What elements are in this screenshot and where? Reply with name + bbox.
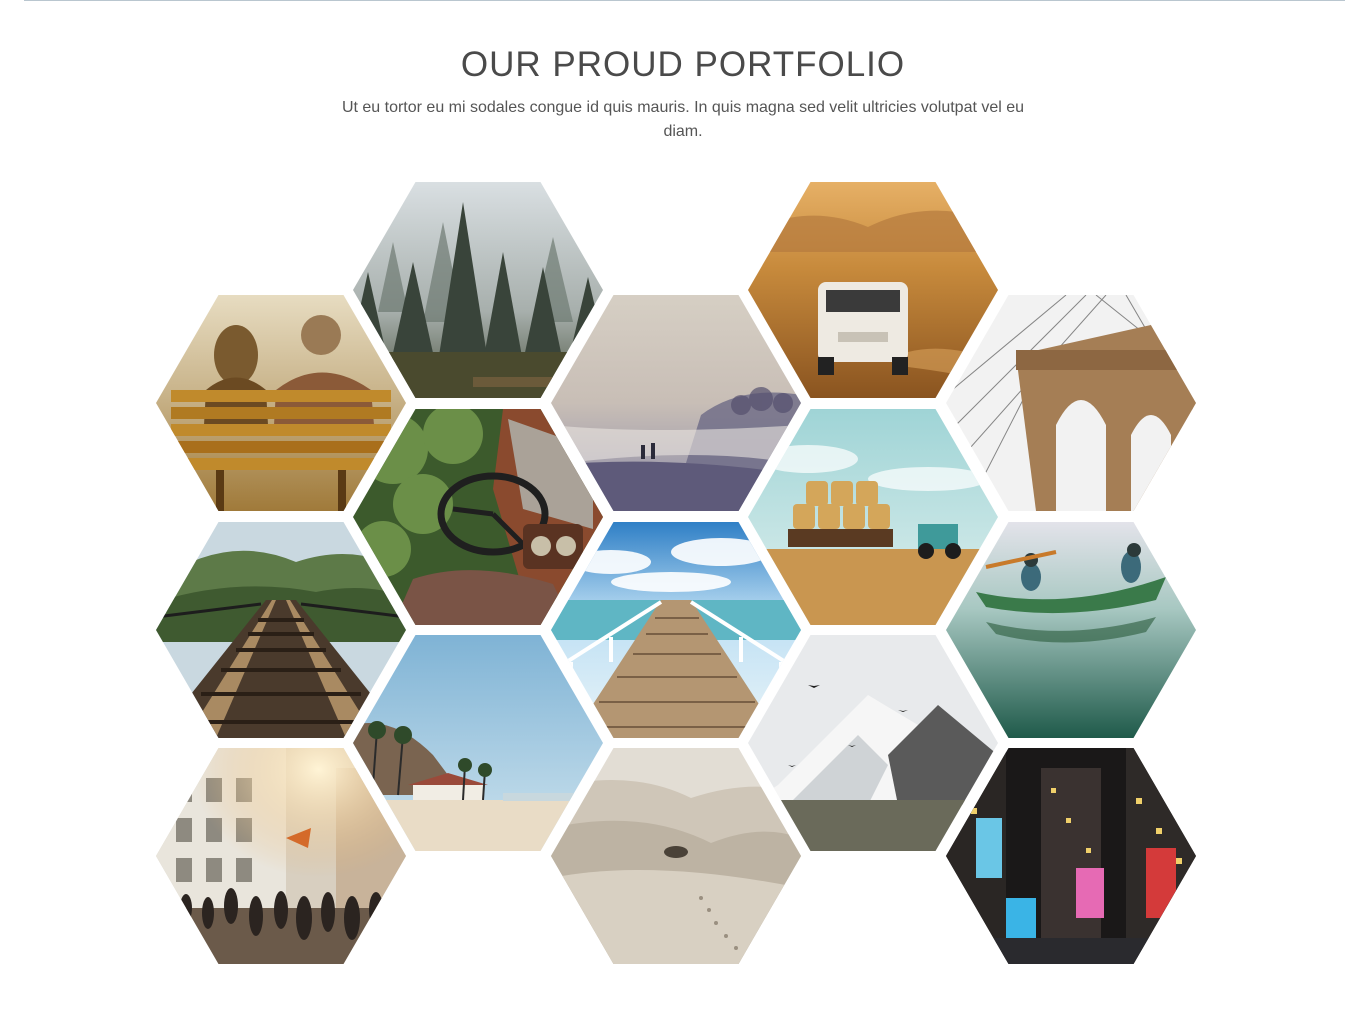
canoe-on-lake-image — [946, 522, 1196, 738]
couple-on-bench-image — [156, 295, 406, 511]
van-in-desert-image — [748, 182, 998, 398]
portfolio-item-hay-tractor[interactable] — [748, 409, 998, 625]
top-divider — [24, 0, 1345, 1]
portfolio-item-misty-beach[interactable] — [551, 295, 801, 511]
portfolio-item-car-interior[interactable] — [353, 409, 603, 625]
misty-forest-image — [353, 182, 603, 398]
portfolio-item-palm-beach[interactable] — [353, 635, 603, 851]
portfolio-item-canoe-on-lake[interactable] — [946, 522, 1196, 738]
portfolio-item-sand-dunes[interactable] — [551, 748, 801, 964]
city-night-image — [946, 748, 1196, 964]
hay-tractor-image — [748, 409, 998, 625]
portfolio-item-city-night[interactable] — [946, 748, 1196, 964]
wooden-pier-image — [551, 522, 801, 738]
city-street-image — [156, 748, 406, 964]
portfolio-item-railway-tracks[interactable] — [156, 522, 406, 738]
portfolio-item-brooklyn-bridge[interactable] — [946, 295, 1196, 511]
brooklyn-bridge-image — [946, 295, 1196, 511]
section-subtitle: Ut eu tortor eu mi sodales congue id qui… — [341, 99, 1025, 140]
portfolio-item-city-street[interactable] — [156, 748, 406, 964]
palm-beach-image — [353, 635, 603, 851]
portfolio-item-misty-forest[interactable] — [353, 182, 603, 398]
car-interior-image — [353, 409, 603, 625]
portfolio-item-couple-on-bench[interactable] — [156, 295, 406, 511]
portfolio-item-snowy-mountain[interactable] — [748, 635, 998, 851]
portfolio-item-wooden-pier[interactable] — [551, 522, 801, 738]
snowy-mountain-image — [748, 635, 998, 851]
portfolio-honeycomb — [0, 0, 1366, 1015]
misty-beach-image — [551, 295, 801, 511]
section-header: OUR PROUD PORTFOLIO Ut eu tortor eu mi s… — [0, 44, 1366, 144]
section-title: OUR PROUD PORTFOLIO — [460, 45, 906, 84]
sand-dunes-image — [551, 748, 801, 964]
portfolio-item-van-in-desert[interactable] — [748, 182, 998, 398]
railway-tracks-image — [156, 522, 406, 738]
